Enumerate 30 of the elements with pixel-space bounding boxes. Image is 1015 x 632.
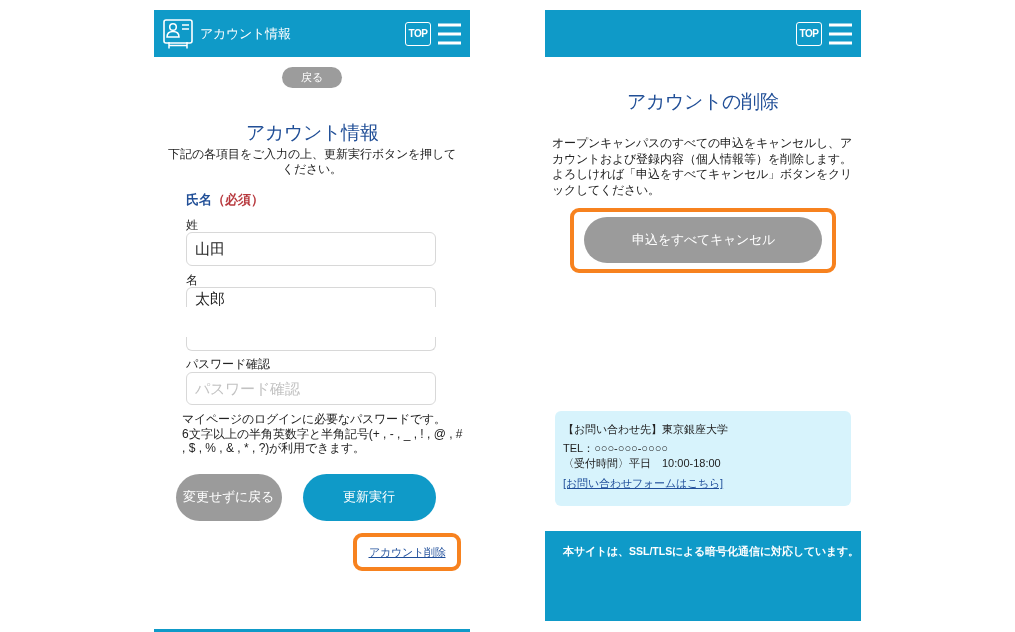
top-button[interactable]: TOP [796,21,822,46]
section-label: 氏名 [186,192,212,209]
page-title: アカウントの削除 [626,90,780,114]
field-label: 姓 [186,219,199,232]
menu-icon[interactable] [438,22,461,45]
input-field[interactable] [186,337,436,351]
required-label: （必須） [212,192,264,209]
header-title: アカウント情報 [200,25,291,42]
page-title: アカウント情報 [244,121,380,145]
profile-card-icon [163,18,193,49]
text-field[interactable]: 太郎 [186,287,436,307]
contact-form-link[interactable]: [お問い合わせフォームはこちら] [563,476,724,491]
contact-text: 【お問い合わせ先】東京銀座大学 [563,422,729,437]
text-field[interactable]: 山田 [186,232,436,266]
help-text: マイページのログインに必要なパスワードです。 6文字以上の半角英数字と半角記号(+ , - , _ , ! , @ , # , $ , % , & , * , ?)が利用できます。 [182,412,464,456]
text-field[interactable]: パスワード確認 [186,372,436,405]
contact-text: 〈受付時間〉平日 10:00-18:00 [563,455,722,470]
top-button[interactable]: TOP [405,21,431,46]
footer-text: 本サイトは、SSL/TLSによる暗号化通信に対応しています。 [563,544,853,558]
back-button[interactable]: 変更せずに戻る [176,473,282,521]
update-button[interactable]: 更新実行 [302,473,436,521]
cancel-all-button[interactable]: 申込をすべてキャンセル [584,217,822,263]
contact-text: TEL：○○○-○○○-○○○○ [563,441,669,456]
description-text: オープンキャンパスのすべての申込をキャンセルし、アカウントおよび登録内容（個人情報等）を削除します。よろしければ「申込をすべてキャンセル」ボタンをクリックしてください。 [552,136,853,198]
intro-text: 下記の各項目をご入力の上、更新実行ボタンを押してください。 [167,147,457,177]
field-label: 名 [186,274,199,287]
back-button[interactable]: 戻る [282,67,342,88]
field-label: パスワード確認 [186,358,271,371]
delete-account-link[interactable]: アカウント削除 [368,544,446,559]
menu-icon[interactable] [829,22,852,45]
